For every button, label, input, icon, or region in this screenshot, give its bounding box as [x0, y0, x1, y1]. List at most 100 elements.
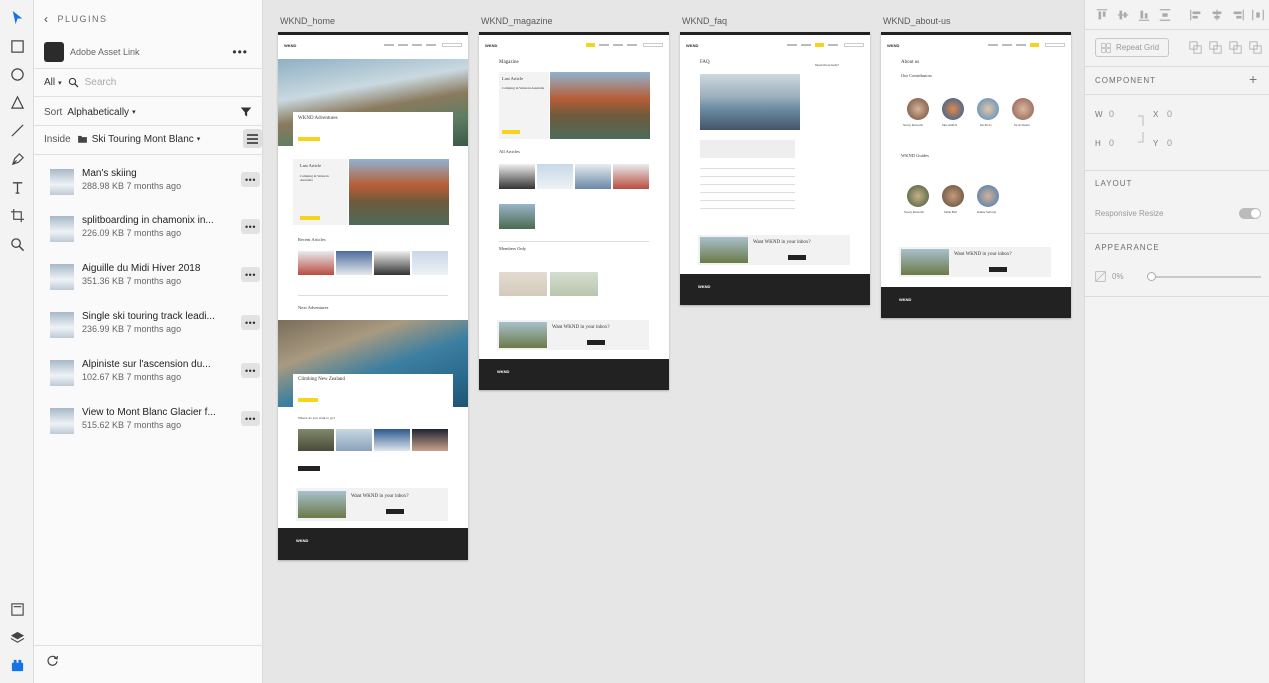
property-inspector: Repeat Grid COMPONENT + W 0 X 0 H 0 Y 0 … [1084, 0, 1269, 683]
asset-more-button[interactable]: ••• [241, 363, 260, 378]
asset-thumbnail [50, 216, 74, 242]
contributors-title: Our Contributors [901, 73, 932, 78]
zoom-tool-icon[interactable] [8, 235, 26, 253]
align-bottom-icon[interactable] [1137, 8, 1151, 22]
polygon-tool-icon[interactable] [8, 93, 26, 111]
asset-more-button[interactable]: ••• [241, 172, 260, 187]
artboard-tool-icon[interactable] [8, 206, 26, 224]
contributor-name: Ian Provo [980, 123, 992, 127]
align-right-icon[interactable] [1231, 8, 1245, 22]
divider [1085, 29, 1269, 30]
artboard-magazine[interactable]: WKND Magazine Last Article Camping in We… [479, 32, 669, 390]
all-filter-dropdown[interactable]: All [44, 77, 55, 88]
asset-more-button[interactable]: ••• [241, 267, 260, 282]
artboard-label[interactable]: WKND_faq [682, 16, 727, 26]
select-tool-icon[interactable] [8, 8, 26, 26]
article-thumb [336, 251, 372, 275]
next-adventures-title: Next Adventures [298, 305, 329, 310]
divider [298, 295, 448, 296]
faq-text [700, 140, 795, 158]
boolean-exclude-icon[interactable] [1249, 41, 1262, 54]
folder-icon [77, 135, 87, 143]
site-logo: WKND [686, 42, 699, 48]
asset-more-button[interactable]: ••• [241, 411, 260, 426]
lock-aspect-icon[interactable] [1137, 114, 1147, 144]
folder-dropdown[interactable]: Ski Touring Mont Blanc [92, 134, 194, 145]
responsive-resize-toggle[interactable] [1239, 208, 1261, 219]
rectangle-tool-icon[interactable] [8, 37, 26, 55]
ellipse-tool-icon[interactable] [8, 65, 26, 83]
list-item[interactable]: View to Mont Blanc Glacier f... 515.62 KB… [50, 404, 260, 440]
plugins-panel-icon[interactable] [8, 656, 26, 674]
sort-dropdown[interactable]: Alphabetically [67, 107, 129, 118]
chevron-down-icon[interactable]: ▾ [197, 135, 201, 143]
y-field[interactable]: 0 [1167, 138, 1172, 148]
members-title: Members Only [499, 246, 527, 251]
plugins-header: ‹ PLUGINS [44, 12, 108, 26]
artboard-label[interactable]: WKND_home [280, 16, 335, 26]
divider [34, 645, 263, 646]
list-item[interactable]: Aiguille du Midi Hiver 2018 351.36 KB 7 m… [50, 260, 260, 296]
chevron-down-icon[interactable]: ▾ [58, 79, 62, 87]
width-field[interactable]: 0 [1109, 109, 1114, 119]
artboard-label[interactable]: WKND_magazine [481, 16, 553, 26]
read-more-button [298, 137, 320, 141]
divider [1085, 233, 1269, 234]
boolean-intersect-icon[interactable] [1229, 41, 1242, 54]
plugin-more-button[interactable]: ••• [232, 45, 248, 59]
asset-more-button[interactable]: ••• [241, 315, 260, 330]
asset-meta: 236.99 KB 7 months ago [82, 324, 182, 334]
asset-name: splitboarding in chamonix in... [82, 215, 214, 226]
canvas[interactable]: WKND_home WKND_magazine WKND_faq WKND_ab… [263, 0, 1084, 683]
divider [499, 241, 649, 242]
boolean-subtract-icon[interactable] [1209, 41, 1222, 54]
opacity-slider-handle[interactable] [1147, 272, 1156, 281]
divider [1085, 170, 1269, 171]
assets-panel-icon[interactable] [8, 600, 26, 618]
distribute-horizontal-icon[interactable] [1251, 8, 1265, 22]
artboard-home[interactable]: WKND WKND Adventures Last Article Campin… [278, 32, 468, 560]
list-item[interactable]: Single ski touring track leadi... 236.99 … [50, 308, 260, 344]
destination-thumb [412, 429, 448, 451]
opacity-slider-track[interactable] [1149, 276, 1261, 278]
align-center-icon[interactable] [1210, 8, 1224, 22]
refresh-icon[interactable] [46, 654, 59, 667]
asset-thumbnail [50, 169, 74, 195]
sort-label: Sort [44, 106, 63, 118]
back-chevron-icon[interactable]: ‹ [44, 12, 50, 26]
list-view-toggle-icon[interactable] [243, 129, 262, 148]
list-item[interactable]: splitboarding in chamonix in... 226.09 KB… [50, 212, 260, 248]
align-top-icon[interactable] [1095, 8, 1109, 22]
x-field[interactable]: 0 [1167, 109, 1172, 119]
artboard-faq[interactable]: WKND FAQ Need more help? Want WKND in yo… [680, 32, 870, 305]
filter-icon[interactable] [240, 106, 252, 118]
align-middle-icon[interactable] [1116, 8, 1130, 22]
distribute-icon[interactable] [1158, 8, 1172, 22]
add-component-icon[interactable]: + [1249, 71, 1257, 87]
text-tool-icon[interactable] [8, 178, 26, 196]
divider [1085, 94, 1269, 95]
asset-meta: 288.98 KB 7 months ago [82, 181, 182, 191]
boolean-add-icon[interactable] [1189, 41, 1202, 54]
contributor-name: Jake Aldrich [942, 123, 958, 127]
align-left-icon[interactable] [1189, 8, 1203, 22]
asset-more-button[interactable]: ••• [241, 219, 260, 234]
list-item[interactable]: Man's skiing 288.98 KB 7 months ago ••• [50, 165, 260, 201]
filter-row: All ▾ Search [44, 77, 116, 88]
members-thumb [550, 272, 598, 296]
layers-panel-icon[interactable] [8, 628, 26, 646]
artboard-about[interactable]: WKND About us Our Contributors Stacey Ro… [881, 32, 1071, 318]
line-tool-icon[interactable] [8, 121, 26, 139]
pen-tool-icon[interactable] [8, 150, 26, 168]
asset-name: Alpiniste sur l'ascension du... [82, 359, 211, 370]
chevron-down-icon[interactable]: ▾ [132, 108, 136, 116]
left-toolbar [0, 0, 34, 683]
repeat-grid-button[interactable]: Repeat Grid [1095, 38, 1169, 57]
search-input[interactable]: Search [85, 77, 117, 88]
opacity-field[interactable]: 0% [1112, 272, 1124, 281]
faq-row [700, 176, 795, 177]
list-item[interactable]: Alpiniste sur l'ascension du... 102.67 KB… [50, 356, 260, 392]
newsletter-image [700, 237, 748, 263]
height-field[interactable]: 0 [1109, 138, 1114, 148]
artboard-label[interactable]: WKND_about-us [883, 16, 951, 26]
